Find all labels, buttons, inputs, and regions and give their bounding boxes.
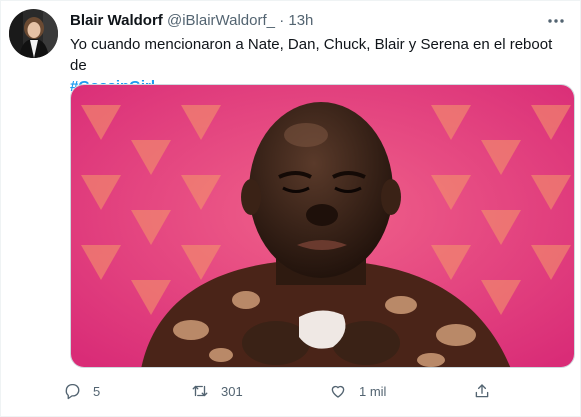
reply-icon	[63, 382, 81, 400]
share-icon	[473, 382, 491, 400]
avatar[interactable]	[9, 9, 58, 58]
like-count: 1 mil	[359, 383, 387, 399]
tweet-media[interactable]	[70, 84, 575, 368]
retweet-button[interactable]: 301	[191, 377, 243, 405]
author-handle[interactable]: @iBlairWaldorf_	[167, 12, 275, 29]
action-bar: 5 301 1 mil	[63, 377, 503, 405]
more-options-button[interactable]	[544, 9, 568, 33]
heart-icon	[329, 382, 347, 400]
more-icon	[548, 19, 564, 23]
tweet-timestamp[interactable]: 13h	[288, 12, 313, 29]
like-button[interactable]: 1 mil	[329, 377, 386, 405]
retweet-icon	[191, 382, 209, 400]
tweet-card[interactable]: Blair Waldorf @iBlairWaldorf_ · 13h Yo c…	[0, 0, 581, 417]
tweet-body: Yo cuando mencionaron a Nate, Dan, Chuck…	[70, 36, 553, 74]
tweet-header: Blair Waldorf @iBlairWaldorf_ · 13h	[70, 11, 313, 31]
share-button[interactable]	[473, 377, 503, 405]
crying-man-gif-image	[71, 85, 574, 367]
reply-count: 5	[93, 383, 101, 399]
author-name[interactable]: Blair Waldorf	[70, 12, 163, 29]
avatar-image	[9, 9, 58, 58]
retweet-count: 301	[221, 383, 243, 399]
separator-dot: ·	[279, 12, 285, 29]
reply-button[interactable]: 5	[63, 377, 100, 405]
